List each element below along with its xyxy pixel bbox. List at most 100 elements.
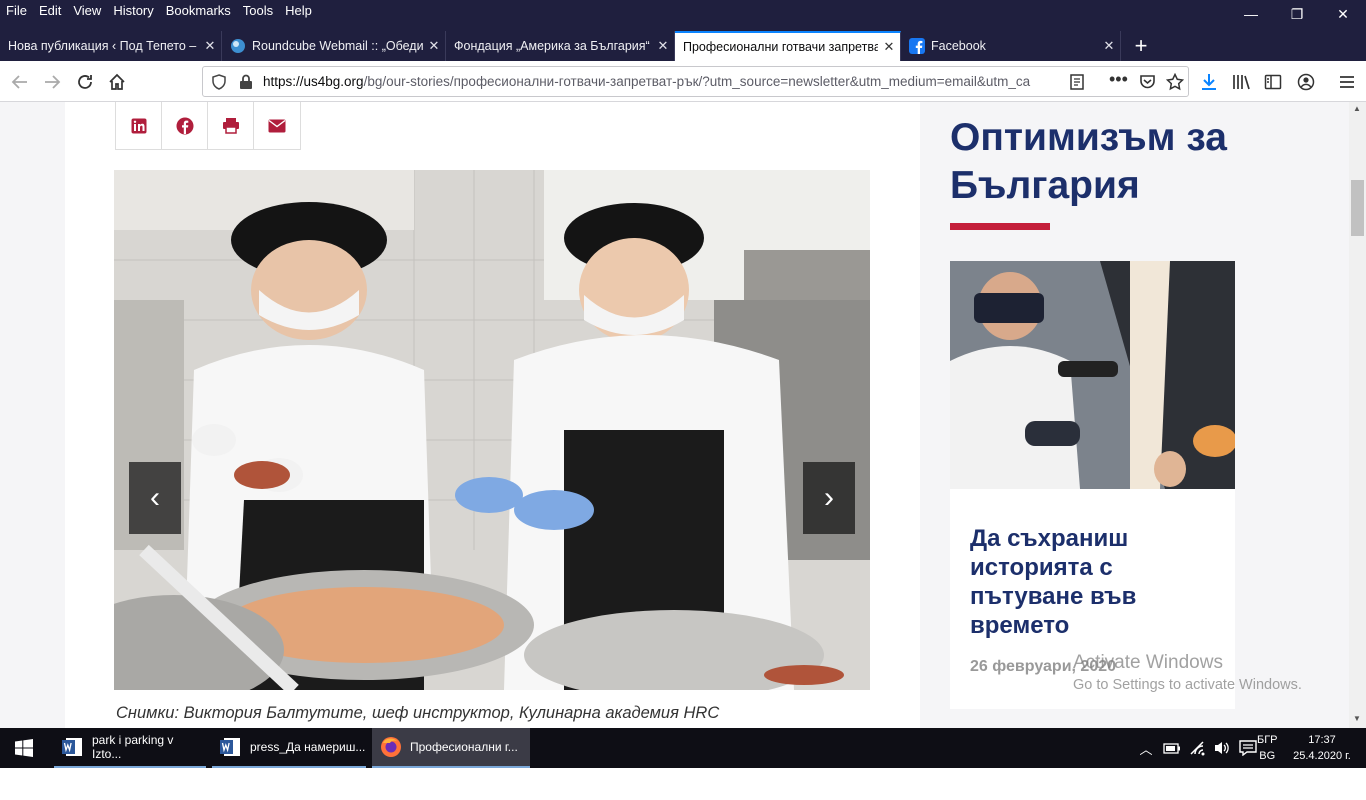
navigation-toolbar: https://us4bg.org/bg/our-stories/професи… [0, 61, 1366, 102]
tab-label: Facebook [931, 39, 986, 53]
pocket-icon[interactable] [1139, 74, 1156, 90]
url-bar[interactable]: https://us4bg.org/bg/our-stories/професи… [202, 66, 1189, 97]
restore-button[interactable]: ❐ [1274, 0, 1320, 28]
reader-view-icon[interactable] [1069, 74, 1085, 90]
menu-bar: File Edit View History Bookmarks Tools H… [0, 0, 318, 22]
linkedin-icon [131, 118, 146, 133]
taskbar-item-word-1[interactable]: park i parking v Izto... [54, 728, 206, 768]
close-icon[interactable]: ✕ [878, 39, 900, 55]
chevron-left-icon: ‹ [150, 481, 160, 514]
account-icon[interactable] [1297, 73, 1315, 91]
input-language-indicator[interactable]: БГР BG [1257, 732, 1278, 764]
close-icon[interactable]: ✕ [199, 38, 221, 54]
screen-bottom-area [0, 768, 1366, 800]
more-actions-icon[interactable]: ••• [1109, 69, 1128, 90]
scroll-up-icon[interactable]: ▲ [1353, 104, 1361, 113]
facebook-icon [909, 38, 925, 54]
battery-icon[interactable] [1163, 741, 1181, 755]
chevron-right-icon: › [824, 481, 834, 514]
scroll-down-icon[interactable]: ▼ [1353, 714, 1361, 723]
carousel-prev-button[interactable]: ‹ [129, 462, 181, 534]
share-email-button[interactable] [254, 102, 300, 149]
taskbar-item-firefox[interactable]: Професионални г... [372, 728, 530, 768]
watermark-title: Activate Windows [1073, 652, 1223, 673]
story-card-image[interactable] [950, 261, 1235, 489]
reload-icon [78, 75, 92, 89]
taskbar-clock[interactable]: 17:37 25.4.2020 г. [1289, 732, 1355, 764]
tab-pod-tepeto[interactable]: Нова публикация ‹ Под Тепето – I ✕ [0, 31, 222, 61]
menu-help[interactable]: Help [279, 0, 318, 22]
arrow-right-icon [45, 75, 61, 89]
tab-roundcube[interactable]: Roundcube Webmail :: „Обеди ✕ [222, 31, 446, 61]
printer-icon [222, 118, 239, 134]
close-icon[interactable]: ✕ [1098, 38, 1120, 54]
chefs-photo-illustration [114, 170, 870, 690]
sidebar-title: Оптимизъм за България [950, 116, 1227, 207]
page-scrollbar[interactable]: ▲ ▼ [1349, 102, 1366, 728]
shield-icon[interactable] [211, 74, 227, 90]
watermark-subtitle: Go to Settings to activate Windows. [1073, 677, 1302, 693]
library-icon[interactable] [1232, 73, 1252, 91]
home-button[interactable] [102, 67, 132, 97]
tab-professional-chefs[interactable]: Професионални готвачи запретват ✕ [675, 31, 901, 61]
windows-logo-icon [15, 739, 33, 757]
lock-icon[interactable] [239, 74, 253, 90]
minimize-button[interactable]: — [1228, 0, 1274, 28]
share-buttons [115, 102, 301, 150]
system-tray: ︿ [1135, 728, 1257, 768]
forward-button[interactable] [37, 67, 67, 97]
print-button[interactable] [208, 102, 254, 149]
menu-bookmarks[interactable]: Bookmarks [160, 0, 237, 22]
home-icon [109, 73, 125, 90]
roundcube-icon [231, 39, 245, 53]
share-linkedin-button[interactable] [116, 102, 162, 149]
start-button[interactable] [0, 728, 48, 768]
title-accent-bar [950, 223, 1050, 230]
article-column: ‹ › Снимки: Виктория Балтутите, шеф инст… [65, 102, 920, 728]
envelope-icon [268, 119, 286, 132]
word-icon [220, 738, 240, 756]
bookmark-star-icon[interactable] [1166, 73, 1184, 91]
tab-america-for-bulgaria[interactable]: Фондация „Америка за България“ ✕ [446, 31, 675, 61]
activate-windows-watermark: Activate Windows Go to Settings to activ… [1073, 652, 1302, 693]
clock-time: 17:37 [1308, 734, 1336, 746]
menu-edit[interactable]: Edit [33, 0, 67, 22]
menu-history[interactable]: History [107, 0, 159, 22]
close-icon[interactable]: ✕ [652, 38, 674, 54]
notifications-icon[interactable] [1239, 740, 1257, 756]
scroll-thumb[interactable] [1351, 180, 1364, 236]
new-tab-button[interactable]: + [1127, 31, 1155, 61]
tab-label: Професионални готвачи запретват [683, 40, 878, 54]
reload-button[interactable] [70, 67, 100, 97]
close-window-button[interactable]: ✕ [1320, 0, 1366, 28]
title-bar: File Edit View History Bookmarks Tools H… [0, 0, 1366, 31]
tab-label: Roundcube Webmail :: „Обеди [252, 39, 423, 53]
share-facebook-button[interactable] [162, 102, 208, 149]
sidebar-toggle-icon[interactable] [1264, 73, 1282, 91]
story-card[interactable]: Да съхраниш историята с пътуване във вре… [950, 261, 1235, 709]
chevron-up-icon[interactable]: ︿ [1135, 739, 1157, 758]
taskbar-item-label: Професионални г... [410, 740, 518, 754]
close-icon[interactable]: ✕ [423, 38, 445, 54]
carousel-next-button[interactable]: › [803, 462, 855, 534]
tab-strip: Нова публикация ‹ Под Тепето – I ✕ Round… [0, 31, 1366, 61]
windows-taskbar: park i parking v Izto... press_Да намери… [0, 728, 1366, 768]
facebook-icon [176, 117, 193, 134]
hamburger-menu-icon[interactable] [1338, 73, 1356, 91]
taskbar-item-word-2[interactable]: press_Да намериш... [212, 728, 366, 768]
menu-tools[interactable]: Tools [237, 0, 279, 22]
menu-file[interactable]: File [0, 0, 33, 22]
story-card-title[interactable]: Да съхраниш историята с пътуване във вре… [970, 524, 1220, 640]
arrow-left-icon [11, 75, 27, 89]
vr-photo-illustration [950, 261, 1235, 489]
tab-facebook[interactable]: Facebook ✕ [901, 31, 1121, 61]
url-text[interactable]: https://us4bg.org/bg/our-stories/професи… [263, 74, 1063, 89]
volume-icon[interactable] [1213, 740, 1231, 756]
download-icon[interactable] [1200, 73, 1218, 91]
back-button[interactable] [5, 67, 35, 97]
tab-label: Нова публикация ‹ Под Тепето – I [8, 39, 199, 53]
word-icon [62, 738, 82, 756]
wifi-icon[interactable] [1189, 740, 1207, 756]
page-viewport: ‹ › Снимки: Виктория Балтутите, шеф инст… [0, 102, 1349, 728]
menu-view[interactable]: View [67, 0, 107, 22]
